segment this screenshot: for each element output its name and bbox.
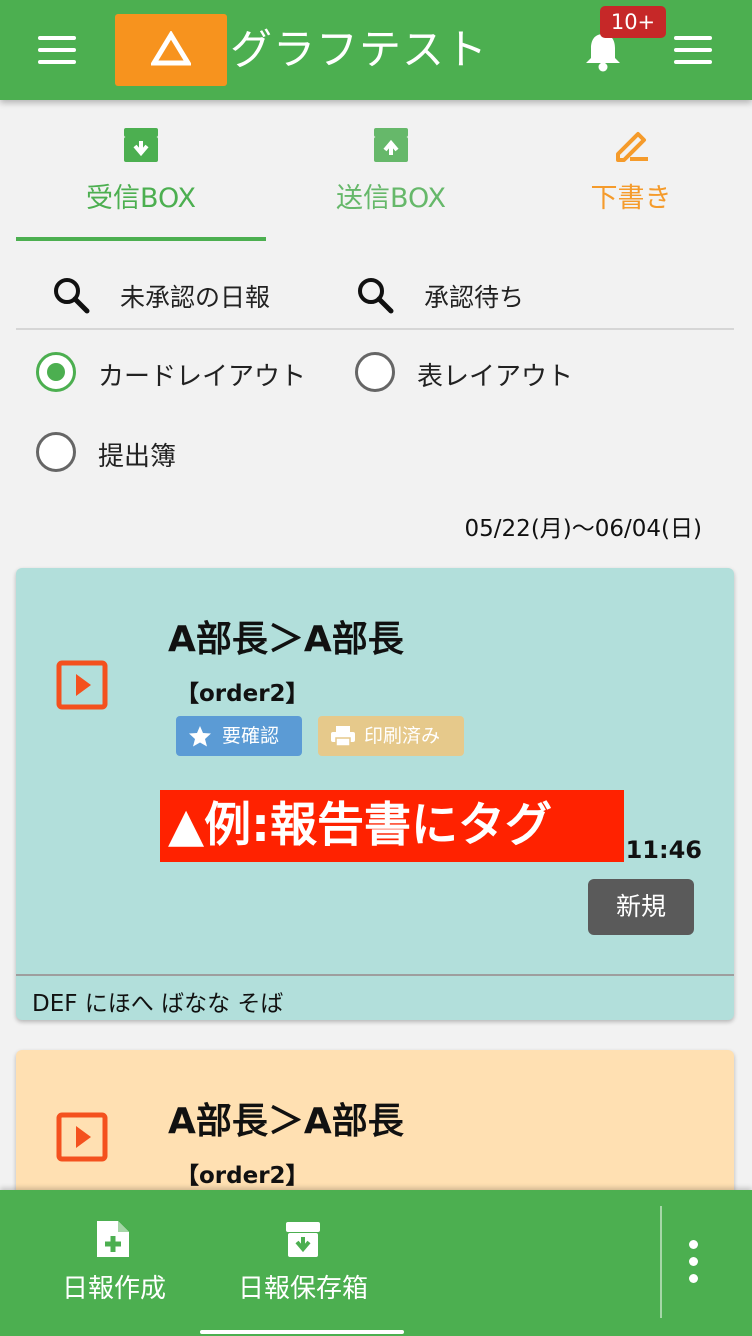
- active-tab-indicator: [16, 237, 266, 241]
- divider: [660, 1206, 662, 1318]
- more-options-icon[interactable]: [676, 1240, 712, 1284]
- card-footer-tags: DEF にほへ ばなな そば: [16, 974, 734, 1020]
- tag-annotation: ▲例:報告書にタグ: [160, 790, 624, 862]
- nav-report-archive[interactable]: 日報保存箱: [218, 1190, 388, 1336]
- card-time: 11:46: [625, 836, 702, 864]
- notification-badge: 10+: [600, 6, 666, 38]
- filter-label: 未承認の日報: [120, 283, 271, 312]
- radio-button[interactable]: [36, 432, 76, 472]
- radio-label: カードレイアウト: [98, 362, 307, 392]
- printer-icon: [331, 726, 355, 747]
- mailbox-tabs: 受信BOX 送信BOX 下書き: [16, 118, 736, 242]
- nav-label: 日報保存箱: [237, 1274, 368, 1304]
- filter-row: 未承認の日報 承認待ち: [16, 260, 734, 330]
- chip-label: 要確認: [222, 725, 280, 747]
- app-title: グラフテスト: [230, 25, 489, 74]
- radio-label: 提出簿: [98, 442, 177, 472]
- radio-table-layout[interactable]: 表レイアウト: [355, 352, 595, 396]
- archive-icon: [286, 1222, 320, 1257]
- play-icon[interactable]: [56, 660, 108, 710]
- radio-card-layout[interactable]: カードレイアウト: [36, 352, 326, 396]
- tab-label: 下書き: [590, 183, 672, 214]
- card-title: A部長＞A部長: [168, 1101, 404, 1142]
- search-icon: [358, 278, 394, 314]
- tab-outbox[interactable]: 送信BOX: [266, 118, 516, 242]
- bottom-navigation: 日報作成 日報保存箱: [0, 1190, 752, 1336]
- radio-label: 表レイアウト: [417, 362, 574, 392]
- card-title: A部長＞A部長: [168, 619, 404, 660]
- radio-button[interactable]: [36, 352, 76, 392]
- filter-awaiting-approval[interactable]: 承認待ち: [356, 276, 576, 314]
- outbox-icon: [374, 128, 408, 162]
- chip-label: 印刷済み: [364, 725, 441, 747]
- top-app-bar: グラフテスト 10+: [0, 0, 752, 100]
- report-card[interactable]: A部長＞A部長 【order2】 要確認 印刷済み 11:46 ▲例:報告書にタ…: [16, 568, 734, 1020]
- menu-icon[interactable]: [674, 36, 712, 64]
- tab-label: 送信BOX: [335, 183, 447, 214]
- card-order: 【order2】: [176, 681, 309, 707]
- date-range: 05/22(月)〜06/04(日): [464, 516, 702, 542]
- filter-label: 承認待ち: [424, 283, 525, 312]
- card-order: 【order2】: [176, 1163, 309, 1189]
- tab-draft[interactable]: 下書き: [506, 118, 752, 242]
- pencil-icon: [616, 132, 648, 162]
- nav-label: 日報作成: [61, 1274, 166, 1304]
- nav-create-report[interactable]: 日報作成: [40, 1190, 188, 1336]
- star-icon: [189, 726, 211, 747]
- tab-label: 受信BOX: [85, 183, 197, 214]
- tab-inbox[interactable]: 受信BOX: [16, 118, 266, 242]
- inbox-icon: [124, 128, 158, 162]
- radio-button[interactable]: [355, 352, 395, 392]
- filter-unapproved-reports[interactable]: 未承認の日報: [52, 276, 312, 314]
- triangle-logo-icon: [151, 31, 191, 66]
- radio-submission-book[interactable]: 提出簿: [36, 432, 196, 476]
- add-file-icon: [97, 1221, 129, 1257]
- menu-icon[interactable]: [38, 36, 76, 64]
- printed-chip[interactable]: 印刷済み: [318, 716, 464, 756]
- app-logo[interactable]: [115, 14, 227, 86]
- search-icon: [54, 278, 90, 314]
- active-nav-indicator: [200, 1330, 404, 1334]
- play-icon[interactable]: [56, 1112, 108, 1162]
- needs-check-chip[interactable]: 要確認: [176, 716, 302, 756]
- status-new-button[interactable]: 新規: [588, 879, 694, 935]
